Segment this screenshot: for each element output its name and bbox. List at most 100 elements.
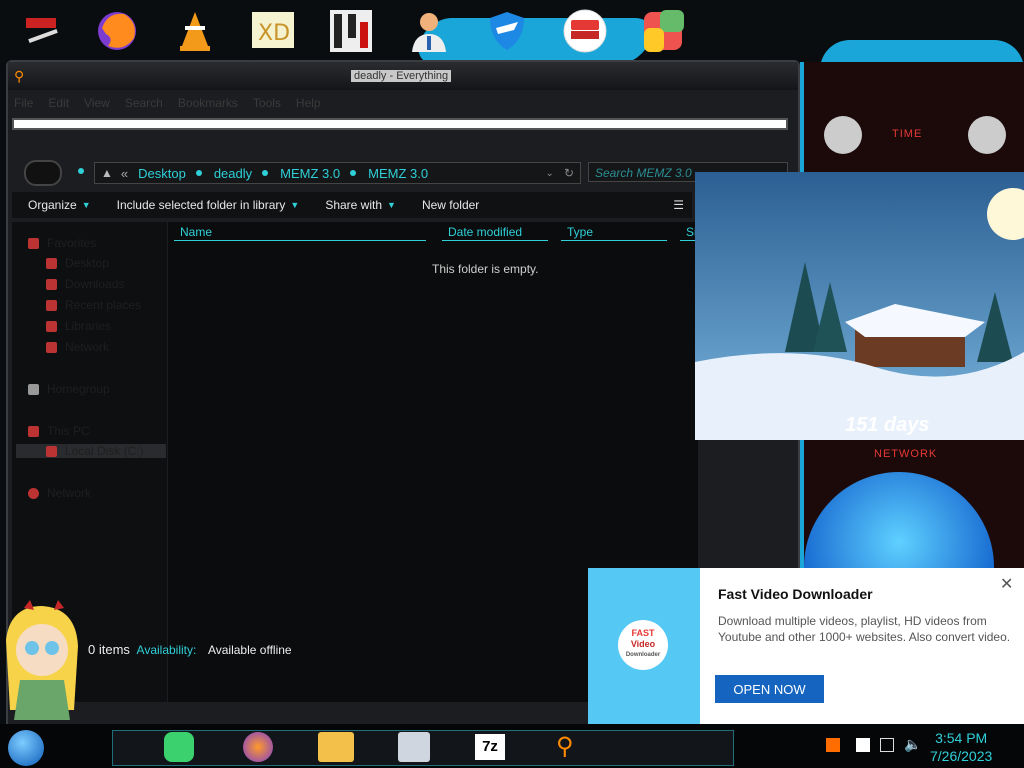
chat-app-icon[interactable]	[164, 732, 194, 762]
desktop-icon	[46, 257, 57, 269]
nav-item-network-fav[interactable]: Network	[46, 340, 109, 354]
flag-icon[interactable]	[856, 738, 870, 752]
nav-item-network[interactable]: Network	[28, 486, 91, 500]
logo-line: Downloader	[625, 652, 661, 658]
7zip-label: 7z	[482, 738, 498, 755]
monitor-app-icon[interactable]	[398, 732, 430, 762]
breadcrumb-deadly[interactable]: deadly	[214, 166, 252, 181]
nav-item-desktop[interactable]: Desktop	[46, 256, 109, 270]
nav-item-local-disk[interactable]: Local Disk (C:)	[16, 444, 166, 458]
nav-item-libraries[interactable]: Libraries	[46, 319, 111, 333]
puzzle-app-icon[interactable]	[638, 6, 688, 56]
user-doctor-icon[interactable]	[404, 6, 454, 56]
nav-label: Network	[47, 486, 92, 500]
menu-edit[interactable]: Edit	[48, 96, 69, 114]
organize-button[interactable]: Organize ▼	[28, 198, 91, 212]
chevron-down-icon: ▼	[81, 200, 91, 210]
tool-icon[interactable]	[18, 6, 68, 56]
clock-time: 3:54 PM	[935, 730, 988, 746]
menu-bookmarks[interactable]: Bookmarks	[178, 96, 238, 114]
fast-video-downloader-icon[interactable]	[560, 6, 610, 56]
breadcrumb-desktop[interactable]: Desktop	[138, 166, 186, 181]
breadcrumb-memz-current[interactable]: MEMZ 3.0	[368, 166, 428, 181]
computer-icon	[28, 425, 39, 437]
app-search-icon: ⚲	[14, 68, 25, 84]
nav-item-downloads[interactable]: Downloads	[46, 277, 124, 291]
everything-search-bar[interactable]	[12, 118, 788, 130]
nav-item-this-pc[interactable]: This PC	[28, 424, 90, 438]
shield-app-icon[interactable]	[482, 6, 532, 56]
nav-item-recent[interactable]: Recent places	[46, 298, 141, 312]
nav-label: Desktop	[65, 256, 110, 270]
gadget-time-label: TIME	[892, 128, 923, 140]
star-icon	[28, 237, 39, 249]
firefox-icon[interactable]	[243, 732, 273, 762]
nav-label: Local Disk (C:)	[65, 444, 144, 458]
nav-label: Network	[65, 340, 110, 354]
network-tray-icon[interactable]	[880, 738, 894, 752]
vlc-icon[interactable]	[170, 6, 220, 56]
download-icon	[46, 278, 57, 290]
maze-app-icon[interactable]	[326, 6, 376, 56]
refresh-icon[interactable]: ↻	[564, 166, 574, 180]
menu-file[interactable]: File	[14, 96, 33, 114]
search-app-icon[interactable]: ⚲	[556, 732, 586, 762]
nav-label: Downloads	[65, 277, 125, 291]
menu-bar: File Edit View Search Bookmarks Tools He…	[14, 96, 336, 114]
column-name[interactable]: Name	[174, 225, 426, 241]
breadcrumb-separator-icon	[262, 170, 269, 176]
column-date-modified[interactable]: Date modified	[442, 225, 548, 241]
share-with-button[interactable]: Share with ▼	[325, 198, 396, 212]
view-options-icon[interactable]: ☰	[673, 198, 684, 212]
availability-label: Availability:	[136, 643, 197, 657]
drive-icon	[46, 445, 57, 457]
organize-label: Organize	[28, 198, 77, 212]
breadcrumb-separator-icon	[350, 170, 357, 176]
back-forward-button[interactable]	[24, 160, 62, 186]
item-count: 0 items	[88, 642, 130, 657]
column-type[interactable]: Type	[561, 225, 667, 241]
window-title: deadly - Everything	[351, 70, 452, 82]
popup-logo-panel: FAST Video Downloader	[588, 568, 700, 724]
gadget-network-label: NETWORK	[874, 448, 938, 460]
library-icon	[46, 320, 57, 332]
svg-text:XD: XD	[258, 21, 290, 46]
title-bar[interactable]: ⚲ deadly - Everything	[8, 62, 798, 90]
popup-title: Fast Video Downloader	[718, 586, 873, 602]
start-button[interactable]	[8, 730, 44, 766]
7zip-icon[interactable]: 7z	[475, 734, 505, 760]
include-in-library-button[interactable]: Include selected folder in library ▼	[117, 198, 300, 212]
cartoon-character	[0, 600, 84, 724]
menu-tools[interactable]: Tools	[253, 96, 281, 114]
address-dropdown-icon[interactable]: ⌄	[546, 168, 554, 179]
empty-folder-message: This folder is empty.	[432, 262, 539, 276]
close-icon[interactable]: ✕	[1000, 574, 1013, 594]
status-bar: 0 items Availability: Available offline	[88, 642, 292, 657]
homegroup-icon	[28, 383, 39, 395]
countdown-text: 151 days	[845, 414, 930, 436]
share-label: Share with	[325, 198, 383, 212]
menu-view[interactable]: View	[84, 96, 110, 114]
nav-label: Libraries	[65, 319, 112, 333]
logo-line: FAST	[631, 628, 655, 638]
chevron-down-icon: ▼	[290, 200, 300, 210]
network-icon	[28, 487, 39, 499]
nav-item-favorites[interactable]: Favorites	[28, 236, 96, 250]
hxd-icon[interactable]: XD	[248, 6, 298, 56]
open-now-button[interactable]: OPEN NOW	[715, 675, 824, 703]
breadcrumb-overflow[interactable]: «	[121, 166, 128, 181]
volume-icon[interactable]: 🔈	[904, 736, 921, 753]
network-icon	[46, 341, 57, 353]
nav-item-homegroup[interactable]: Homegroup	[28, 382, 110, 396]
menu-search[interactable]: Search	[125, 96, 163, 114]
firefox-icon[interactable]	[92, 6, 142, 56]
new-folder-button[interactable]: New folder	[422, 198, 479, 212]
file-explorer-icon[interactable]	[318, 732, 354, 762]
breadcrumb-memz[interactable]: MEMZ 3.0	[280, 166, 340, 181]
notification-popup: FAST Video Downloader Fast Video Downloa…	[588, 568, 1024, 724]
address-bar[interactable]: ▲ « Desktop deadly MEMZ 3.0 MEMZ 3.0 ⌄ ↻	[94, 162, 581, 184]
tray-app-icon[interactable]	[826, 738, 840, 752]
taskbar-clock[interactable]: 3:54 PM 7/26/2023	[930, 729, 992, 765]
countdown-widget: 151 days	[695, 172, 1024, 440]
menu-help[interactable]: Help	[296, 96, 321, 114]
